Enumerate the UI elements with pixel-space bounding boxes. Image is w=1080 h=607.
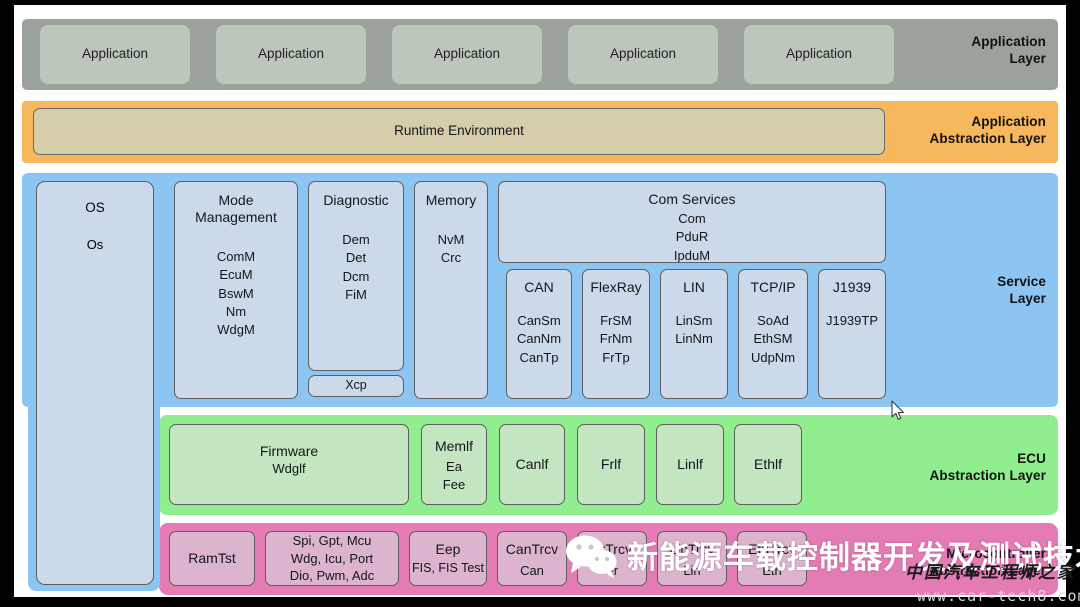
flexray-items: FrSM FrNm FrTp: [599, 312, 633, 365]
ethtrcv-items: Eth: [762, 562, 782, 578]
memif-box[interactable]: Memlf Ea Fee: [421, 424, 487, 505]
firmware-items: Wdglf: [272, 460, 306, 476]
application-box[interactable]: Application: [216, 25, 366, 84]
ramtst-box[interactable]: RamTst: [169, 531, 255, 586]
application-box[interactable]: Application: [392, 25, 542, 84]
os-title: OS: [85, 200, 105, 215]
ethtrcv-title: EthTrcv: [748, 541, 796, 557]
frif-box[interactable]: Frlf: [577, 424, 645, 505]
canif-box[interactable]: Canlf: [499, 424, 565, 505]
application-box-label: Application: [257, 46, 325, 62]
ethif-box[interactable]: Ethlf: [734, 424, 802, 505]
application-box-label: Application: [785, 46, 853, 62]
mode-management-items: ComM EcuM BswM Nm WdgM: [216, 248, 256, 338]
memory-title: Memory: [425, 192, 477, 208]
os-items: Os: [86, 237, 104, 252]
application-box-label: Application: [609, 46, 677, 62]
j1939-box[interactable]: J1939 J1939TP: [818, 269, 886, 399]
lintrcv-box[interactable]: LinTrcv Lin: [657, 531, 727, 586]
com-services-box[interactable]: Com Services Com PduR IpduM: [498, 181, 886, 263]
diagram-paper: Application Application Application Appl…: [14, 5, 1066, 597]
service-layer: Mode Management ComM EcuM BswM Nm WdgM D…: [22, 173, 1058, 407]
memif-items: Ea Fee: [442, 458, 466, 493]
linif-title: Linlf: [677, 456, 703, 473]
lin-title: LIN: [683, 279, 705, 295]
frtrcv-items: Fr: [605, 562, 619, 578]
ethtrcv-box[interactable]: EthTrcv Eth: [737, 531, 807, 586]
runtime-environment-box[interactable]: Runtime Environment: [33, 108, 885, 155]
microcontroller-abstraction-layer: RamTst Spi, Gpt, Mcu Wdg, Icu, Port Dio,…: [159, 523, 1058, 595]
frif-title: Frlf: [600, 456, 622, 473]
mode-management-box[interactable]: Mode Management ComM EcuM BswM Nm WdgM: [174, 181, 298, 399]
microcontroller-abstraction-layer-label: Microcontroller Abstraction Layer: [929, 546, 1046, 579]
can-items: CanSm CanNm CanTp: [516, 312, 562, 365]
ecu-abstraction-layer: Firmware Wdglf Memlf Ea Fee Canlf Frlf L…: [159, 415, 1058, 515]
can-title: CAN: [524, 279, 554, 295]
mouse-pointer-icon: [891, 400, 904, 420]
application-box-label: Application: [433, 46, 501, 62]
cantrcv-box[interactable]: CanTrcv Can: [497, 531, 567, 586]
j1939-title: J1939: [832, 279, 872, 295]
flexray-box[interactable]: FlexRay FrSM FrNm FrTp: [582, 269, 650, 399]
memif-title: Memlf: [434, 438, 474, 454]
cantrcv-title: CanTrcv: [505, 541, 559, 557]
flexray-title: FlexRay: [590, 279, 642, 295]
cantrcv-items: Can: [520, 562, 544, 578]
lintrcv-title: LinTrcv: [669, 541, 715, 557]
application-box[interactable]: Application: [40, 25, 190, 84]
tcpip-title: TCP/IP: [750, 279, 796, 295]
diagnostic-title: Diagnostic: [323, 192, 389, 208]
runtime-environment-label: Runtime Environment: [394, 123, 524, 139]
linif-box[interactable]: Linlf: [656, 424, 724, 505]
diagnostic-box[interactable]: Diagnostic Dem Det Dcm FiM: [308, 181, 404, 371]
xcp-box[interactable]: Xcp: [308, 375, 404, 397]
eep-box[interactable]: Eep FIS, FIS Test: [409, 531, 487, 586]
frtrcv-title: FrTrcv: [592, 541, 632, 557]
application-abstraction-layer: Runtime Environment Application Abstract…: [22, 101, 1058, 163]
os-box[interactable]: OS Os: [36, 181, 154, 585]
can-box[interactable]: CAN CanSm CanNm CanTp: [506, 269, 572, 399]
application-layer: Application Application Application Appl…: [22, 19, 1058, 90]
xcp-label: Xcp: [345, 378, 367, 393]
canif-title: Canlf: [515, 456, 549, 473]
firmware-title: Firmware: [259, 443, 319, 459]
lintrcv-items: Lin: [683, 562, 701, 578]
screenshot-canvas: Application Application Application Appl…: [0, 0, 1080, 607]
application-box[interactable]: Application: [568, 25, 718, 84]
application-abstraction-layer-label: Application Abstraction Layer: [929, 114, 1046, 147]
ecu-abstraction-layer-label: ECU Abstraction Layer: [929, 451, 1046, 484]
application-box-label: Application: [81, 46, 149, 62]
tcpip-items: SoAd EthSM UdpNm: [750, 312, 796, 365]
tcpip-box[interactable]: TCP/IP SoAd EthSM UdpNm: [738, 269, 808, 399]
mcal-drivers-box[interactable]: Spi, Gpt, Mcu Wdg, Icu, Port Dio, Pwm, A…: [265, 531, 399, 586]
eep-items: FIS, FIS Test: [411, 560, 484, 575]
frtrcv-box[interactable]: FrTrcv Fr: [577, 531, 647, 586]
ethif-title: Ethlf: [753, 456, 782, 473]
com-services-title: Com Services: [648, 191, 736, 207]
memory-items: NvM Crc: [437, 231, 465, 266]
com-services-items: Com PduR IpduM: [673, 210, 711, 263]
lin-items: LinSm LinNm: [675, 312, 713, 347]
diagnostic-items: Dem Det Dcm FiM: [342, 231, 370, 303]
application-box[interactable]: Application: [744, 25, 894, 84]
j1939-items: J1939TP: [825, 312, 879, 328]
firmware-box[interactable]: Firmware Wdglf: [169, 424, 409, 505]
service-layer-label: Service Layer: [997, 274, 1046, 307]
lin-box[interactable]: LIN LinSm LinNm: [660, 269, 728, 399]
eep-title: Eep: [435, 541, 461, 557]
mode-management-title: Mode Management: [195, 192, 277, 225]
memory-box[interactable]: Memory NvM Crc: [414, 181, 488, 399]
application-layer-label: Application Layer: [971, 34, 1046, 67]
mcal-drivers-title: Spi, Gpt, Mcu Wdg, Icu, Port Dio, Pwm, A…: [289, 533, 375, 584]
ramtst-title: RamTst: [188, 550, 236, 567]
